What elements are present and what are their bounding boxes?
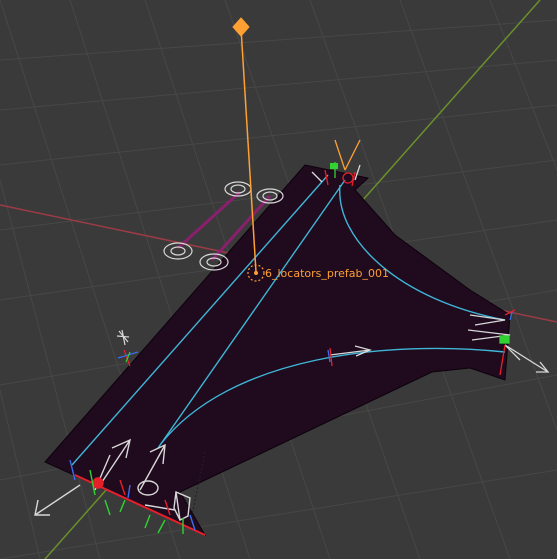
locator-icon-3 bbox=[163, 242, 193, 260]
3d-viewport[interactable]: 6_locators_prefab_001 bbox=[0, 0, 557, 559]
road-mesh[interactable] bbox=[44, 164, 511, 537]
bottom-pivot-icon bbox=[92, 477, 104, 489]
empty-diamond-icon bbox=[232, 17, 250, 37]
selected-object-label: 6_locators_prefab_001 bbox=[265, 267, 389, 280]
